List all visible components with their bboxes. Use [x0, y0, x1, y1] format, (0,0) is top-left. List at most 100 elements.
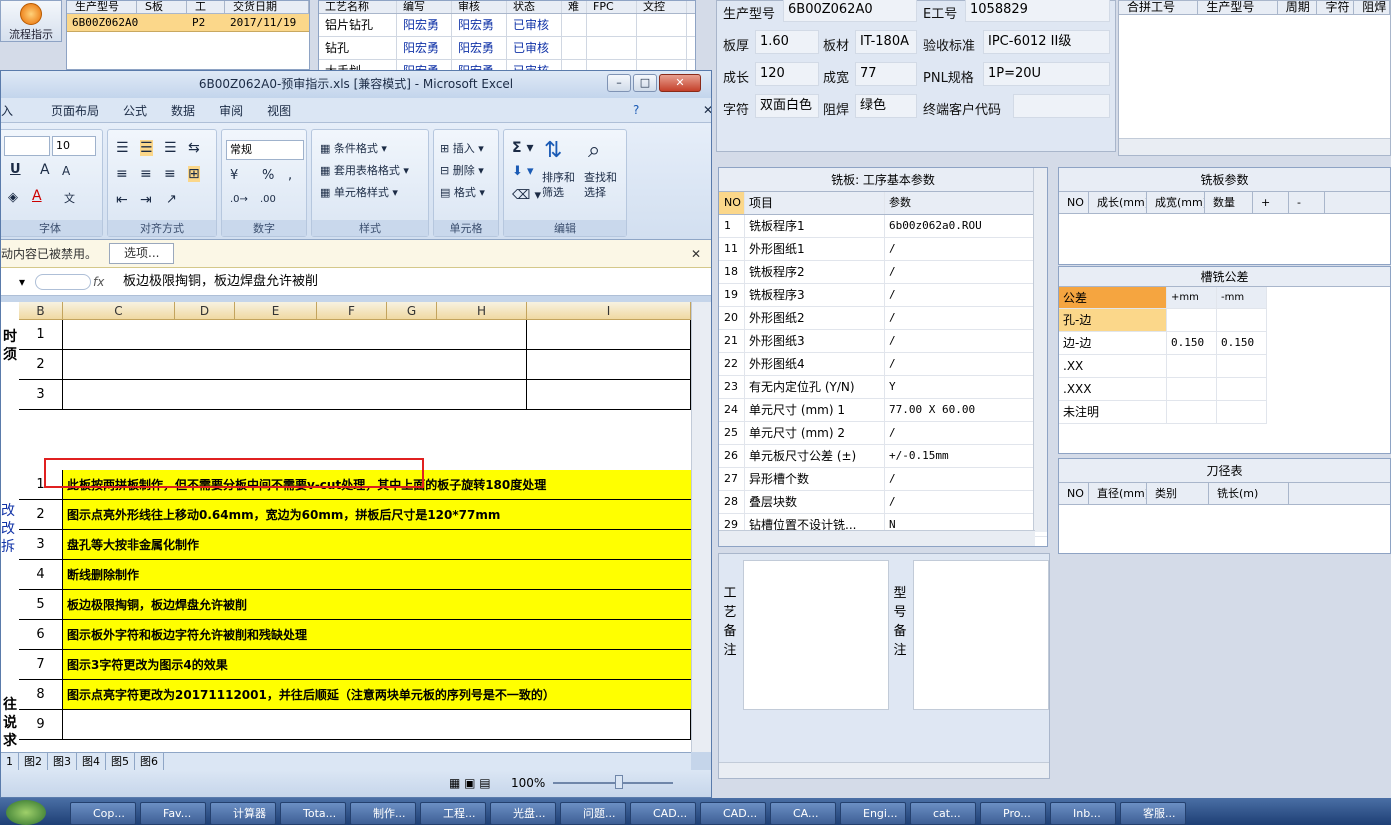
pnl-field[interactable]: 1P=20U: [983, 62, 1110, 86]
row-number[interactable]: 2: [19, 500, 63, 530]
find-select-button[interactable]: 查找和选择: [584, 170, 624, 200]
comma-icon[interactable]: ,: [288, 168, 292, 183]
ribbon-close-icon[interactable]: ✕: [691, 103, 711, 117]
taskbar-item[interactable]: 工程...: [420, 802, 486, 825]
sheet-tab[interactable]: 图2: [19, 753, 48, 770]
help-icon[interactable]: ?: [621, 103, 651, 117]
options-button[interactable]: 选项...: [109, 243, 175, 264]
increase-decimal-icon[interactable]: .0→: [230, 194, 248, 205]
col-header[interactable]: 周期: [1278, 1, 1318, 14]
row-number[interactable]: 9: [19, 710, 63, 740]
taskbar-item[interactable]: 问题...: [560, 802, 626, 825]
e-field[interactable]: 1058829: [965, 0, 1110, 22]
sheet-cell[interactable]: 图示3字符更改为图示4的效果: [63, 650, 691, 680]
col-header[interactable]: H: [437, 302, 527, 320]
col-header[interactable]: FPC: [587, 1, 637, 13]
close-message-icon[interactable]: ✕: [691, 240, 701, 268]
col-header[interactable]: C: [63, 302, 175, 320]
table-row[interactable]: 6B00Z062A0 P2 2017/11/19: [67, 14, 309, 32]
sheet-cell[interactable]: [63, 320, 527, 350]
row-number[interactable]: 2: [19, 350, 63, 380]
col-header[interactable]: D: [175, 302, 235, 320]
align-left-icon[interactable]: ≡: [116, 166, 128, 182]
mat-field[interactable]: IT-180A: [855, 30, 917, 54]
col-header[interactable]: 阻焊: [1354, 1, 1390, 14]
taskbar-item[interactable]: CAD...: [700, 802, 766, 825]
taskbar-item[interactable]: Engi...: [840, 802, 906, 825]
sheet-tab[interactable]: 图5: [106, 753, 135, 770]
sort-filter-icon[interactable]: ⇅: [544, 138, 562, 163]
col-header[interactable]: I: [527, 302, 691, 320]
grow-font-button[interactable]: A: [40, 162, 50, 178]
worksheet-grid[interactable]: B C D E F G H I 时须 改 改 拆 往说求 1 2 3 1 此板按两拼板制…: [1, 302, 691, 752]
table-format-button[interactable]: ▦ 套用表格格式 ▾: [320, 162, 409, 178]
len-field[interactable]: 120: [755, 62, 819, 86]
table-row[interactable]: 22 外形图纸4 /: [719, 353, 1047, 376]
sheet-cell[interactable]: [527, 320, 691, 350]
number-format-combo[interactable]: 常规: [226, 140, 304, 160]
tab-page-layout[interactable]: 页面布局: [25, 102, 111, 119]
table-row[interactable]: 28 叠层块数 /: [719, 491, 1047, 514]
font-name-combo[interactable]: [4, 136, 50, 156]
decrease-decimal-icon[interactable]: .00: [260, 194, 276, 205]
col-header[interactable]: NO: [1059, 192, 1089, 213]
col-header[interactable]: 字符: [1317, 1, 1355, 14]
start-button[interactable]: [6, 800, 46, 825]
col-header[interactable]: +mm: [1167, 287, 1217, 309]
table-row[interactable]: 未注明: [1059, 401, 1390, 424]
table-row[interactable]: .XX: [1059, 355, 1390, 378]
cust-field[interactable]: [1013, 94, 1110, 118]
align-top-icon[interactable]: ☰: [116, 140, 129, 156]
name-box[interactable]: [35, 274, 91, 290]
sheet-cell[interactable]: [63, 380, 527, 410]
table-row[interactable]: 边-边 0.150 0.150: [1059, 332, 1390, 355]
fx-icon[interactable]: fx: [93, 268, 104, 296]
sheet-cell[interactable]: [527, 350, 691, 380]
find-icon[interactable]: ⌕: [588, 138, 600, 163]
taskbar-item[interactable]: 光盘...: [490, 802, 556, 825]
col-header[interactable]: B: [19, 302, 63, 320]
col-header[interactable]: 生产型号: [1198, 1, 1278, 14]
col-header[interactable]: 数量: [1205, 192, 1253, 213]
col-header[interactable]: 公差: [1059, 287, 1167, 309]
zoom-slider[interactable]: [553, 782, 673, 784]
col-header[interactable]: 铣长(m): [1209, 483, 1289, 504]
table-row[interactable]: 23 有无内定位孔 (Y/N) Y: [719, 376, 1047, 399]
fill-icon[interactable]: ⬇ ▾: [512, 164, 534, 179]
table-row[interactable]: 钻孔 阳宏勇 阳宏勇 已审核: [319, 37, 695, 60]
row-number[interactable]: 4: [19, 560, 63, 590]
table-row[interactable]: 11 外形图纸1 /: [719, 238, 1047, 261]
mask-field[interactable]: 绿色: [855, 94, 917, 118]
col-header[interactable]: 状态: [507, 1, 562, 13]
row-number[interactable]: 8: [19, 680, 63, 710]
sheet-cell[interactable]: [63, 710, 691, 740]
horizontal-scrollbar[interactable]: [1119, 138, 1390, 155]
fill-color-icon[interactable]: ◈: [8, 190, 18, 205]
tab-insert[interactable]: 入: [1, 102, 25, 119]
sort-filter-button[interactable]: 排序和筛选: [542, 170, 582, 200]
name-box-dropdown-icon[interactable]: ▾: [19, 268, 25, 296]
row-number[interactable]: 5: [19, 590, 63, 620]
orientation-icon[interactable]: ↗: [166, 192, 177, 207]
col-header[interactable]: 生产型号: [67, 1, 137, 13]
wid-field[interactable]: 77: [855, 62, 917, 86]
thick-field[interactable]: 1.60: [755, 30, 819, 54]
sheet-cell[interactable]: 图示点亮外形线往上移动0.64mm，宽边为60mm，拼板后尺寸是120*77mm: [63, 500, 691, 530]
taskbar-item[interactable]: Pro...: [980, 802, 1046, 825]
col-header[interactable]: E: [235, 302, 317, 320]
table-row[interactable]: 20 外形图纸2 /: [719, 307, 1047, 330]
horizontal-scrollbar[interactable]: [719, 530, 1035, 546]
row-number[interactable]: 6: [19, 620, 63, 650]
col-header[interactable]: S板: [137, 1, 187, 13]
sheet-tab[interactable]: 图4: [77, 753, 106, 770]
col-header[interactable]: F: [317, 302, 387, 320]
col-header[interactable]: +: [1253, 192, 1289, 213]
col-header[interactable]: 成长(mm): [1089, 192, 1147, 213]
percent-icon[interactable]: %: [262, 168, 274, 183]
col-header[interactable]: NO: [1059, 483, 1089, 504]
page-layout-icons[interactable]: ▦ ▣ ▤: [449, 776, 491, 790]
zoom-slider-thumb[interactable]: [615, 775, 623, 789]
col-header[interactable]: 文控: [637, 1, 687, 13]
taskbar-item[interactable]: CA...: [770, 802, 836, 825]
conditional-format-button[interactable]: ▦ 条件格式 ▾: [320, 140, 387, 156]
